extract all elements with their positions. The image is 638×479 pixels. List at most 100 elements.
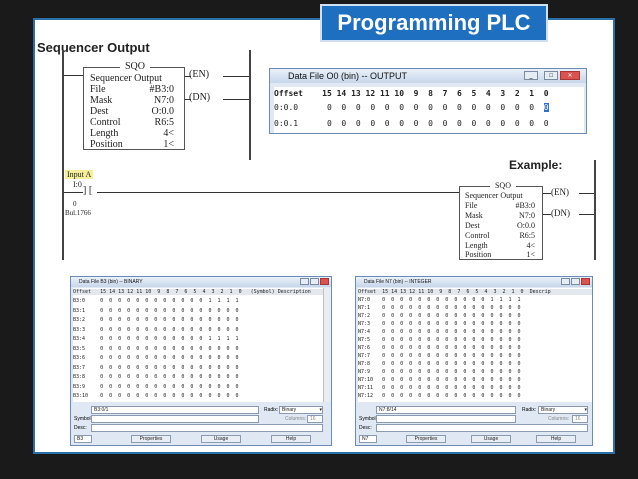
input-label: Input A <box>65 170 94 179</box>
dn-wire-2 <box>543 214 551 215</box>
rung-wire-2 <box>64 192 83 193</box>
grid-row[interactable]: N7:3 0 0 0 0 0 0 0 0 0 0 0 0 0 0 0 0 <box>358 321 521 327</box>
close-button[interactable] <box>581 278 590 285</box>
help-button[interactable]: Help <box>271 435 311 443</box>
grid-row[interactable]: B3:2 0 0 0 0 0 0 0 0 0 0 0 0 0 0 0 0 <box>73 317 239 323</box>
selected-cell[interactable]: 0 <box>543 103 549 112</box>
sqo-param-label: File <box>90 84 106 95</box>
xic-contact[interactable]: ] [ <box>83 185 92 196</box>
dn-output-wire <box>223 99 249 100</box>
grid-row[interactable]: B3:8 0 0 0 0 0 0 0 0 0 0 0 0 0 0 0 0 <box>73 374 239 380</box>
sqo-param-value: 1< <box>163 139 174 150</box>
integer-grid[interactable]: Offset 15 14 13 12 11 10 9 8 7 6 5 4 3 2… <box>358 288 592 402</box>
sqo-param-label: Position <box>90 139 123 150</box>
desc-label: Desc: <box>74 425 87 431</box>
close-button[interactable] <box>320 278 329 285</box>
symbol-label: Symbol: <box>359 416 378 422</box>
grid-row[interactable]: N7:0 0 0 0 0 0 0 0 0 0 0 0 0 1 1 1 1 <box>358 297 521 303</box>
grid-row[interactable]: B3:6 0 0 0 0 0 0 0 0 0 0 0 0 0 0 0 0 <box>73 355 239 361</box>
desc-field[interactable] <box>91 424 323 432</box>
binary-data-window[interactable]: Data File B3 (bin) -- BINARY Offset 15 1… <box>70 276 332 446</box>
dn-coil-2: (DN) <box>551 208 570 218</box>
grid-row[interactable]: B3:7 0 0 0 0 0 0 0 0 0 0 0 0 0 0 0 0 <box>73 365 239 371</box>
sqo-param-label: Length <box>465 241 488 250</box>
grid-row[interactable]: 0:0.0 0 0 0 0 0 0 0 0 0 0 0 0 0 0 0 0 <box>274 103 549 112</box>
vertical-scrollbar[interactable] <box>323 288 331 402</box>
symbol-field[interactable] <box>91 415 259 423</box>
grid-row[interactable]: 0:0.1 0 0 0 0 0 0 0 0 0 0 0 0 0 0 0 0 <box>274 119 549 128</box>
sqo-block-example[interactable]: SQO Sequencer Output File #B3:0 Mask N7:0 … <box>459 181 543 260</box>
sqo-param-value: R6:5 <box>519 231 535 240</box>
chevron-down-icon: ▾ <box>584 407 587 413</box>
grid-row[interactable]: B3:9 0 0 0 0 0 0 0 0 0 0 0 0 0 0 0 0 <box>73 384 239 390</box>
file-field[interactable]: B3 <box>74 435 92 443</box>
sqo-param-label: Dest <box>465 221 480 230</box>
grid-row[interactable]: N7:10 0 0 0 0 0 0 0 0 0 0 0 0 0 0 0 0 <box>358 377 521 383</box>
close-button[interactable]: ✕ <box>560 71 580 80</box>
usage-button[interactable]: Usage <box>201 435 241 443</box>
slide-title: Programming PLC <box>320 4 548 42</box>
dn-coil: (DN) <box>189 92 211 103</box>
row-text: 0:0.0 0 0 0 0 0 0 0 0 0 0 0 0 0 0 0 <box>274 103 544 112</box>
grid-row[interactable]: B3:5 0 0 0 0 0 0 0 0 0 0 0 0 0 0 0 0 <box>73 346 239 352</box>
grid-row[interactable]: N7:7 0 0 0 0 0 0 0 0 0 0 0 0 0 0 0 0 <box>358 353 521 359</box>
radix-select[interactable]: Binary ▾ <box>279 406 323 414</box>
symbol-field[interactable] <box>376 415 516 423</box>
radix-select[interactable]: Binary ▾ <box>538 406 588 414</box>
grid-header: Offset 15 14 13 12 11 10 9 8 7 6 5 4 3 2… <box>358 289 592 295</box>
grid-row[interactable]: N7:1 0 0 0 0 0 0 0 0 0 0 0 0 0 0 0 0 <box>358 305 521 311</box>
grid-row[interactable]: N7:8 0 0 0 0 0 0 0 0 0 0 0 0 0 0 0 0 <box>358 361 521 367</box>
grid-row[interactable]: N7:12 0 0 0 0 0 0 0 0 0 0 0 0 0 0 0 0 <box>358 393 521 399</box>
minimize-button[interactable]: _ <box>524 71 538 80</box>
grid-row[interactable]: N7:4 0 0 0 0 0 0 0 0 0 0 0 0 0 0 0 0 <box>358 329 521 335</box>
integer-data-window[interactable]: Data File N7 (bin) -- INTEGER Offset 15 … <box>355 276 593 446</box>
file-field[interactable]: N7 <box>359 435 377 443</box>
maximize-button[interactable] <box>310 278 319 285</box>
columns-field[interactable]: 16 <box>572 415 588 423</box>
sqo-param-value: #B3:0 <box>515 201 535 210</box>
output-grid[interactable]: Offset 15 14 13 12 11 10 9 8 7 6 5 4 3 2… <box>274 87 584 133</box>
grid-row[interactable]: B3:10 0 0 0 0 0 0 0 0 0 0 0 0 0 0 0 0 <box>73 393 239 399</box>
dn-output-wire-2 <box>579 214 594 215</box>
sqo-block[interactable]: SQO Sequencer Output File #B3:0 Mask N7:0 … <box>83 61 185 150</box>
right-power-rail <box>249 50 251 160</box>
sqo-param-value: 1< <box>526 250 535 259</box>
desc-label: Desc: <box>359 425 372 431</box>
minimize-button[interactable] <box>561 278 570 285</box>
maximize-button[interactable]: □ <box>544 71 558 80</box>
grid-row[interactable]: B3:3 0 0 0 0 0 0 0 0 0 0 0 0 0 0 0 0 <box>73 327 239 333</box>
radix-value: Binary <box>541 407 556 413</box>
grid-row[interactable]: N7:9 0 0 0 0 0 0 0 0 0 0 0 0 0 0 0 0 <box>358 369 521 375</box>
grid-row[interactable]: B3:4 0 0 0 0 0 0 0 0 0 0 0 0 1 1 1 1 <box>73 336 239 342</box>
input-address: I:0 <box>73 180 82 189</box>
grid-row[interactable]: N7:2 0 0 0 0 0 0 0 0 0 0 0 0 0 0 0 0 <box>358 313 521 319</box>
grid-row[interactable]: B3:1 0 0 0 0 0 0 0 0 0 0 0 0 0 0 0 0 <box>73 308 239 314</box>
properties-button[interactable]: Properties <box>131 435 171 443</box>
en-output-wire <box>223 76 249 77</box>
help-button[interactable]: Help <box>536 435 576 443</box>
symbol-label: Symbol: <box>74 416 93 422</box>
grid-row[interactable]: N7:6 0 0 0 0 0 0 0 0 0 0 0 0 0 0 0 0 <box>358 345 521 351</box>
columns-field[interactable]: 16 <box>307 415 323 423</box>
sqo-param-value: #B3:0 <box>149 84 174 95</box>
grid-row[interactable]: N7:11 0 0 0 0 0 0 0 0 0 0 0 0 0 0 0 0 <box>358 385 521 391</box>
desc-field[interactable] <box>376 424 588 432</box>
window-title: Data File O0 (bin) -- OUTPUT <box>270 69 586 83</box>
usage-button[interactable]: Usage <box>471 435 511 443</box>
left-power-rail-2 <box>62 160 64 260</box>
grid-row[interactable]: B3:0 0 0 0 0 0 0 0 0 0 0 0 0 1 1 1 1 <box>73 298 239 304</box>
input-module: Bul.1766 <box>65 209 91 217</box>
grid-row[interactable]: N7:5 0 0 0 0 0 0 0 0 0 0 0 0 0 0 0 0 <box>358 337 521 343</box>
properties-button[interactable]: Properties <box>406 435 446 443</box>
address-field[interactable]: N7:8/14 <box>376 406 516 414</box>
left-power-rail <box>62 50 64 160</box>
sqo-param-value: R6:5 <box>154 117 174 128</box>
window-title: Data File N7 (bin) -- INTEGER <box>356 277 592 287</box>
binary-grid[interactable]: Offset 15 14 13 12 11 10 9 8 7 6 5 4 3 2… <box>73 288 323 402</box>
slide: Sequencer Output SQO Sequencer Output Fi… <box>0 0 638 479</box>
maximize-button[interactable] <box>571 278 580 285</box>
minimize-button[interactable] <box>300 278 309 285</box>
address-field[interactable]: B3:0/1 <box>91 406 259 414</box>
output-data-window[interactable]: Data File O0 (bin) -- OUTPUT _ □ ✕ Offse… <box>269 68 587 134</box>
radix-label: Radix: <box>264 407 279 413</box>
